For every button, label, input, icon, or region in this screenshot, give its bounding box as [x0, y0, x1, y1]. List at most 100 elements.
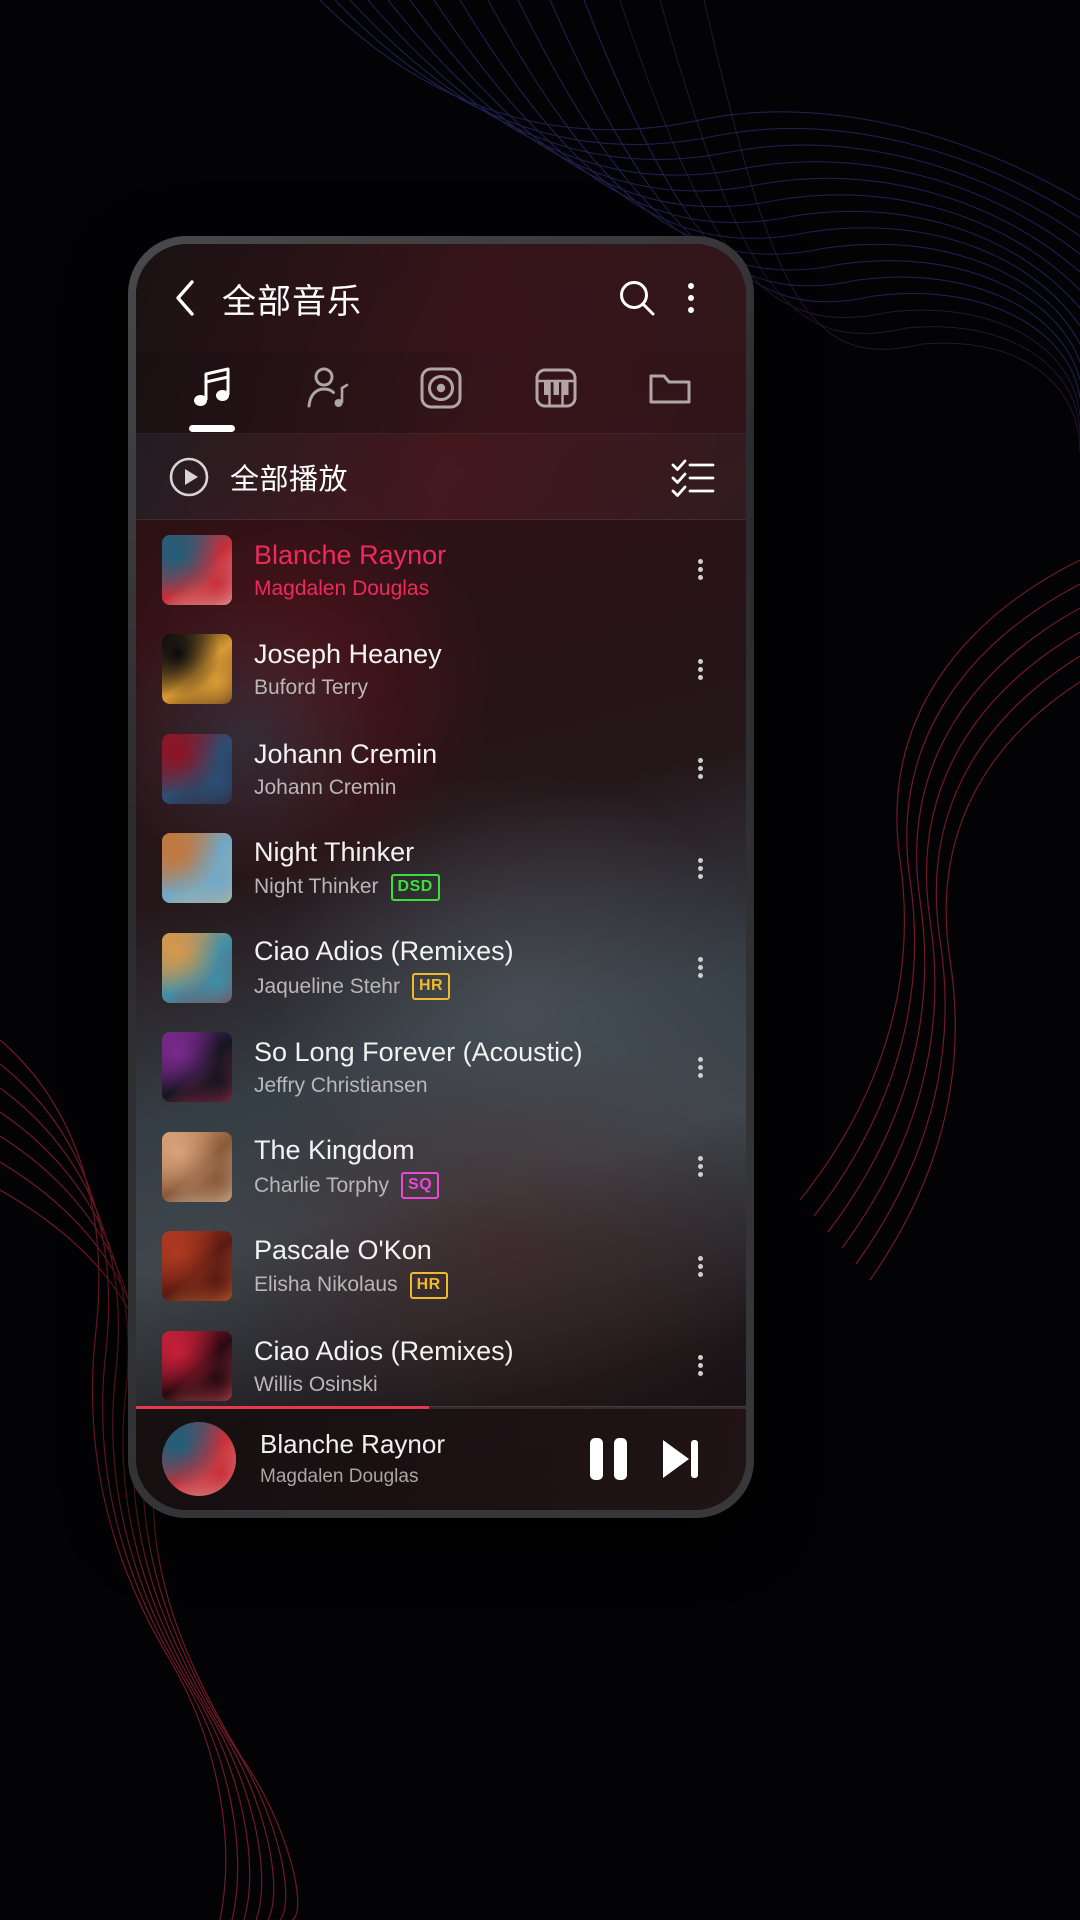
- song-artist: Night Thinker: [254, 875, 379, 899]
- song-subtitle-row: Jaqueline Stehr HR: [254, 973, 678, 1001]
- song-artwork: [162, 932, 232, 1003]
- song-meta: The Kingdom Charlie Torphy SQ: [254, 1134, 678, 1200]
- song-meta: Night Thinker Night Thinker DSD: [254, 836, 678, 901]
- pause-icon: [589, 1437, 627, 1480]
- checklist-icon[interactable]: [670, 456, 716, 498]
- song-subtitle-row: Charlie Torphy SQ: [254, 1172, 678, 1200]
- song-subtitle-row: Elisha Nikolaus HR: [254, 1271, 678, 1299]
- piano-keys-icon: [535, 368, 576, 408]
- playback-progress-bar[interactable]: [136, 1406, 746, 1409]
- phone-frame: 全部音乐 全部播放 Blanche Raynor Magdalen Dougla…: [128, 236, 754, 1518]
- more-vertical-icon: [697, 855, 703, 882]
- song-artwork: [162, 733, 232, 804]
- more-vertical-icon: [697, 1352, 703, 1379]
- next-track-button[interactable]: [644, 1423, 716, 1495]
- quality-badge: HR: [411, 973, 451, 1001]
- song-subtitle-row: Buford Terry: [254, 676, 678, 700]
- song-meta: Pascale O'Kon Elisha Nikolaus HR: [254, 1234, 678, 1299]
- chevron-left-icon: [176, 280, 194, 316]
- now-playing-title: Blanche Raynor: [260, 1429, 445, 1459]
- song-artwork: [162, 1231, 232, 1302]
- song-artwork: [162, 1131, 232, 1202]
- folder-icon: [649, 374, 691, 404]
- song-title: The Kingdom: [254, 1135, 415, 1166]
- song-subtitle-row: Jeffry Christiansen: [254, 1074, 678, 1098]
- song-more-button[interactable]: [678, 1231, 722, 1301]
- song-meta: Ciao Adios (Remixes) Willis Osinski: [254, 1335, 678, 1397]
- song-more-button[interactable]: [678, 1132, 722, 1202]
- song-subtitle-row: Night Thinker DSD: [254, 873, 678, 901]
- song-row[interactable]: Ciao Adios (Remixes) Jaqueline Stehr HR: [136, 918, 746, 1018]
- song-more-button[interactable]: [678, 1032, 722, 1102]
- more-vertical-icon: [688, 283, 694, 313]
- song-row[interactable]: Night Thinker Night Thinker DSD: [136, 819, 746, 919]
- song-artist: Charlie Torphy: [254, 1173, 390, 1197]
- song-artist: Jaqueline Stehr: [254, 974, 400, 998]
- song-more-button[interactable]: [678, 634, 722, 704]
- tab-artists[interactable]: [285, 356, 369, 434]
- song-row[interactable]: Ciao Adios (Remixes) Willis Osinski: [136, 1316, 746, 1406]
- pause-button[interactable]: [572, 1423, 644, 1495]
- quality-badge: SQ: [401, 1172, 440, 1200]
- song-title: So Long Forever (Acoustic): [254, 1037, 583, 1068]
- page-title: 全部音乐: [222, 282, 362, 321]
- song-subtitle-row: Willis Osinski: [254, 1373, 678, 1397]
- song-more-button[interactable]: [678, 933, 722, 1003]
- active-tab-indicator: [189, 425, 235, 432]
- more-vertical-icon: [697, 1253, 703, 1280]
- tab-albums[interactable]: [399, 356, 483, 434]
- tab-folders[interactable]: [628, 356, 712, 434]
- song-artist: Magdalen Douglas: [254, 576, 430, 600]
- app-bar: 全部音乐: [136, 244, 746, 352]
- search-icon: [620, 281, 655, 316]
- song-meta: Joseph Heaney Buford Terry: [254, 638, 678, 700]
- song-artwork: [162, 534, 232, 605]
- back-button[interactable]: [162, 275, 208, 321]
- now-playing-artwork: [162, 1421, 236, 1496]
- song-more-button[interactable]: [678, 1331, 722, 1401]
- now-playing-bar[interactable]: Blanche Raynor Magdalen Douglas: [136, 1406, 746, 1510]
- quality-badge: DSD: [390, 873, 440, 901]
- album-disc-icon: [420, 367, 462, 409]
- overflow-menu-button[interactable]: [664, 271, 718, 325]
- song-title: Johann Cremin: [254, 738, 438, 769]
- song-row[interactable]: Pascale O'Kon Elisha Nikolaus HR: [136, 1217, 746, 1317]
- more-vertical-icon: [697, 954, 703, 981]
- more-vertical-icon: [697, 1054, 703, 1081]
- tab-genres[interactable]: [514, 356, 598, 434]
- song-subtitle-row: Johann Cremin: [254, 776, 678, 800]
- song-list[interactable]: Blanche Raynor Magdalen Douglas Joseph Hea…: [136, 520, 746, 1406]
- song-row[interactable]: Johann Cremin Johann Cremin: [136, 719, 746, 819]
- song-row[interactable]: Joseph Heaney Buford Terry: [136, 620, 746, 720]
- music-note-icon: [194, 367, 230, 406]
- skip-next-icon: [663, 1439, 698, 1478]
- quality-badge: HR: [409, 1271, 448, 1299]
- song-artist: Willis Osinski: [254, 1372, 378, 1396]
- song-artwork: [162, 634, 232, 705]
- play-all-row[interactable]: 全部播放: [136, 434, 746, 520]
- song-row[interactable]: So Long Forever (Acoustic) Jeffry Christi…: [136, 1018, 746, 1118]
- song-more-button[interactable]: [678, 833, 722, 903]
- tab-songs[interactable]: [170, 356, 254, 434]
- song-artist: Elisha Nikolaus: [254, 1273, 398, 1297]
- song-artist: Johann Cremin: [254, 775, 397, 799]
- song-title: Ciao Adios (Remixes): [254, 936, 514, 967]
- now-playing-meta: Blanche Raynor Magdalen Douglas: [260, 1429, 572, 1488]
- song-artist: Buford Terry: [254, 676, 368, 700]
- tab-bar: [136, 352, 746, 434]
- song-artwork: [162, 833, 232, 904]
- song-meta: Johann Cremin Johann Cremin: [254, 738, 678, 800]
- song-more-button[interactable]: [678, 734, 722, 804]
- song-artist: Jeffry Christiansen: [254, 1074, 428, 1098]
- more-vertical-icon: [697, 1153, 703, 1180]
- song-more-button[interactable]: [678, 535, 722, 605]
- song-title: Ciao Adios (Remixes): [254, 1335, 514, 1366]
- song-row[interactable]: Blanche Raynor Magdalen Douglas: [136, 520, 746, 620]
- phone-screen: 全部音乐 全部播放 Blanche Raynor Magdalen Dougla…: [136, 244, 746, 1510]
- search-button[interactable]: [610, 271, 664, 325]
- song-row[interactable]: The Kingdom Charlie Torphy SQ: [136, 1117, 746, 1217]
- play-circle-icon: [169, 457, 209, 496]
- song-meta: So Long Forever (Acoustic) Jeffry Christi…: [254, 1036, 678, 1098]
- song-title: Night Thinker: [254, 836, 415, 867]
- song-artwork: [162, 1032, 232, 1103]
